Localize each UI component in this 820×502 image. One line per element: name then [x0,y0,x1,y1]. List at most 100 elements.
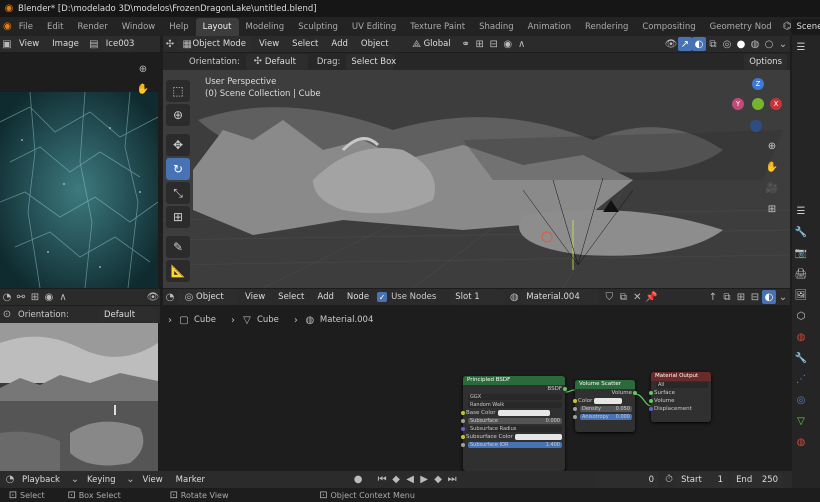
unlink-material-icon[interactable]: ✕ [630,290,644,304]
fake-user-shield-icon[interactable]: ⛉ [602,290,616,304]
xray-icon[interactable]: ⧉ [706,37,720,51]
start-frame-field[interactable]: Start 1 [676,471,729,488]
pan-hand-icon[interactable]: ✋ [136,82,150,96]
pivot-icon[interactable]: ⚭ [459,37,473,51]
timeline-view-menu[interactable]: View [138,472,168,488]
node-canvas[interactable]: Principled BSDF BSDF GGX Random Walk Bas… [163,330,790,471]
shading-rendered-icon[interactable]: ○ [762,37,776,51]
image-view-menu[interactable]: View [14,36,44,52]
subsurface-radius-dropdown[interactable]: Subsurface Radius [468,426,562,432]
proportional-icon[interactable]: ◉ [501,37,515,51]
editor-type-icon[interactable]: ✣ [163,37,177,51]
overlay-icon[interactable]: ◐ [692,37,706,51]
shading-solid-icon[interactable]: ● [734,37,748,51]
cursor-tool-icon[interactable]: ⊕ [166,104,190,126]
3d-viewport[interactable]: User Perspective (0) Scene Collection | … [163,70,790,288]
gizmo-toggle-icon[interactable]: ↗ [678,37,692,51]
tab-rendering[interactable]: Rendering [578,18,635,36]
annotate-tool-icon[interactable]: ✎ [166,236,190,258]
subsurface-ior-field[interactable]: Subsurface IOR 1.400 [468,442,562,448]
outliner-icon[interactable]: ☰ [792,38,810,56]
snap-icon[interactable]: ⊞ [473,37,487,51]
rotate-tool-icon[interactable]: ↻ [166,158,190,180]
node-snap-icon[interactable]: ⊞ [734,290,748,304]
material-properties-icon[interactable]: ◍ [792,433,810,451]
subsurface-socket[interactable] [461,419,465,423]
editor-type-icon[interactable]: ◔ [0,290,14,304]
shader-type-dropdown[interactable]: ◎ Object [177,289,237,305]
keying-menu[interactable]: Keying [82,472,121,488]
world-properties-icon[interactable]: ◍ [792,328,810,346]
shading-material-icon[interactable]: ◍ [748,37,762,51]
play-reverse-icon[interactable]: ◀ [403,473,417,487]
shading-options-icon[interactable]: ⌄ [776,37,790,51]
output-properties-icon[interactable]: 🖨 [792,265,810,283]
viewport-add-menu[interactable]: Add [326,36,352,52]
measure-tool-icon[interactable]: 📐 [166,260,190,282]
tab-modeling[interactable]: Modeling [239,18,292,36]
gizmo-center[interactable] [752,98,764,110]
tab-layout[interactable]: Layout [195,17,239,36]
distribution-dropdown[interactable]: GGX [468,394,562,400]
tab-sculpting[interactable]: Sculpting [291,18,345,36]
jump-start-icon[interactable]: ⏮ [375,473,389,487]
subsurface-field[interactable]: Subsurface 0.000 [468,418,562,424]
record-icon[interactable]: ● [351,473,365,487]
viewport-select-menu[interactable]: Select [287,36,323,52]
select-tool-icon[interactable]: ⬚ [166,80,190,102]
modifier-properties-icon[interactable]: 🔧 [792,349,810,367]
subsurface-method-dropdown[interactable]: Random Walk [468,402,562,408]
preview-range-icon[interactable]: ⏱ [662,473,676,487]
menu-help[interactable]: Help [162,18,195,36]
node-snap-target-icon[interactable]: ⊟ [748,290,762,304]
menu-edit[interactable]: Edit [40,18,70,36]
scale-tool-icon[interactable]: ⤡ [166,182,190,204]
pan-hand-icon[interactable]: ✋ [763,158,781,176]
base-color-swatch[interactable] [497,410,550,416]
pin-icon[interactable]: 📌 [644,290,658,304]
volume-color-swatch[interactable] [594,398,623,404]
zoom-icon[interactable]: ⊕ [136,62,150,76]
playback-menu[interactable]: Playback [17,472,65,488]
play-icon[interactable]: ▶ [417,473,431,487]
next-keyframe-icon[interactable]: ◆ [431,473,445,487]
orientation-dropdown[interactable]: ✣ Default [245,53,308,70]
link-icon[interactable]: ⚯ [14,290,28,304]
zoom-icon[interactable]: ⊕ [763,137,781,155]
subsurface-color-socket[interactable] [461,435,465,439]
orientation-dropdown[interactable]: Default [99,306,157,323]
subsurface-color-swatch[interactable] [514,434,562,440]
camera-icon[interactable]: 🎥 [763,179,781,197]
slot-dropdown[interactable]: Slot 1 [450,289,505,305]
object-data-properties-icon[interactable]: ▽ [792,412,810,430]
image-browse-icon[interactable]: ▤ [87,37,101,51]
gizmo-x-axis[interactable]: X [770,98,782,110]
transform-tool-icon[interactable]: ⊞ [166,206,190,228]
prev-keyframe-icon[interactable]: ◆ [389,473,403,487]
overlay-options-icon[interactable]: ⌄ [776,290,790,304]
tab-compositing[interactable]: Compositing [635,18,702,36]
timeline-editor-icon[interactable]: ◔ [3,473,17,487]
falloff-icon[interactable]: ∧ [515,37,529,51]
navigation-gizmo[interactable]: Z Y X [726,76,786,136]
volume-socket[interactable] [649,399,653,403]
node-node-menu[interactable]: Node [342,289,374,305]
menu-window[interactable]: Window [115,18,163,36]
tab-animation[interactable]: Animation [521,18,578,36]
bsdf-output-socket[interactable] [563,387,567,391]
use-nodes-checkbox[interactable]: ✓ [377,292,388,302]
tab-shading[interactable]: Shading [472,18,521,36]
jump-end-icon[interactable]: ⏭ [445,473,459,487]
volume-output-socket[interactable] [633,391,637,395]
viewport-object-menu[interactable]: Object [356,36,394,52]
menu-render[interactable]: Render [70,18,114,36]
parent-node-tree-icon[interactable]: ↑ [706,290,720,304]
visibility-icon[interactable]: 👁 [664,37,678,51]
proportional-icon[interactable]: ◉ [42,290,56,304]
menu-file[interactable]: File [12,18,40,36]
tab-uv-editing[interactable]: UV Editing [345,18,403,36]
material-browse-icon[interactable]: ◍ [507,290,521,304]
image-editor-type-icon[interactable]: ▣ [0,37,14,51]
volume-scatter-node[interactable]: Volume Scatter Volume Color Density 0.050… [573,380,637,432]
snap-node-icon[interactable]: ⧉ [720,290,734,304]
